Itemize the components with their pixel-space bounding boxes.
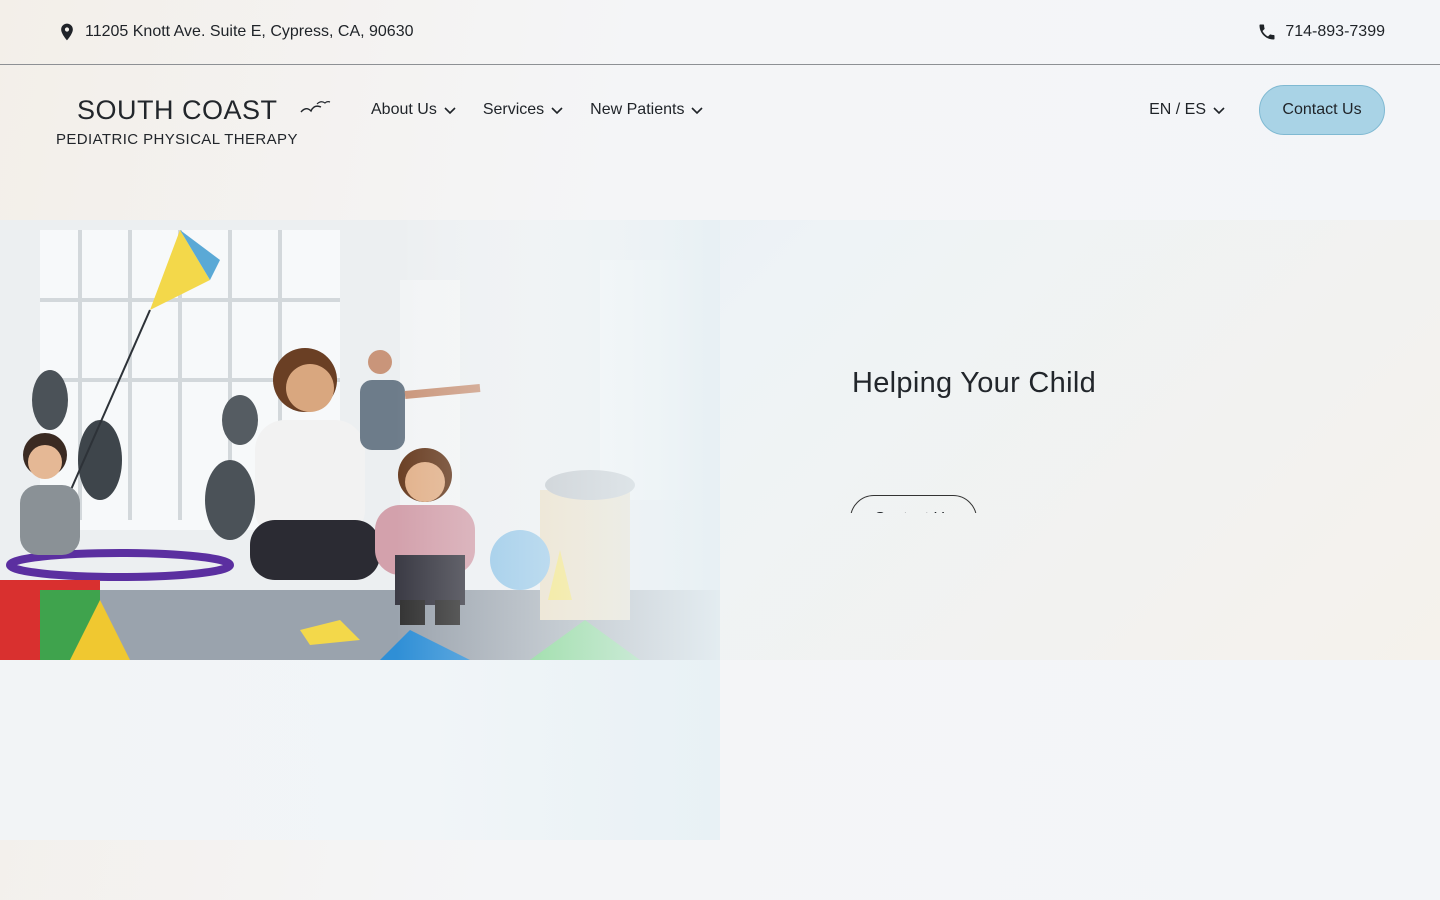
nav-services[interactable]: Services xyxy=(483,101,564,119)
logo-line1: SOUTH COAST xyxy=(77,95,278,125)
chevron-down-icon xyxy=(551,107,563,115)
phone[interactable]: 714-893-7399 xyxy=(1257,22,1385,42)
logo-line2: PEDIATRIC PHYSICAL THERAPY xyxy=(56,131,298,148)
lower-panel xyxy=(0,660,720,840)
phone-icon xyxy=(1259,24,1275,40)
hero-contact-button[interactable]: Contact Us xyxy=(850,495,977,513)
nav-services-label: Services xyxy=(482,101,545,118)
nav-new-patients-label: New Patients xyxy=(590,101,685,118)
primary-nav: About Us Services New Patients xyxy=(371,101,704,119)
hero-section: Helping Your Child Contact Us xyxy=(0,220,1440,660)
chevron-down-icon xyxy=(691,107,704,115)
hero-title: Helping Your Child xyxy=(852,367,1097,399)
chevron-down-icon xyxy=(444,107,456,115)
contact-us-button[interactable]: Contact Us xyxy=(1259,85,1385,135)
address-text: 11205 Knott Ave. Suite E, Cypress, CA, 9… xyxy=(85,23,414,40)
hero-photo xyxy=(0,220,720,660)
location-pin-icon xyxy=(61,23,73,41)
site-logo[interactable]: SOUTH COAST PEDIATRIC PHYSICAL THERAPY xyxy=(56,80,341,147)
top-info-bar: 11205 Knott Ave. Suite E, Cypress, CA, 9… xyxy=(0,0,1440,65)
hero-button-clip: Contact Us xyxy=(850,495,980,513)
nav-about-us-label: About Us xyxy=(371,101,437,118)
hero-illustration xyxy=(0,220,720,660)
language-label: EN / ES xyxy=(1149,101,1206,118)
language-switcher[interactable]: EN / ES xyxy=(1149,101,1226,119)
nav-about-us[interactable]: About Us xyxy=(371,101,457,119)
phone-text: 714-893-7399 xyxy=(1285,23,1385,40)
seagull-icon xyxy=(300,101,331,113)
main-navbar: SOUTH COAST PEDIATRIC PHYSICAL THERAPY A… xyxy=(0,65,1440,155)
nav-new-patients[interactable]: New Patients xyxy=(590,101,704,119)
chevron-down-icon xyxy=(1213,107,1225,115)
address[interactable]: 11205 Knott Ave. Suite E, Cypress, CA, 9… xyxy=(57,22,414,42)
